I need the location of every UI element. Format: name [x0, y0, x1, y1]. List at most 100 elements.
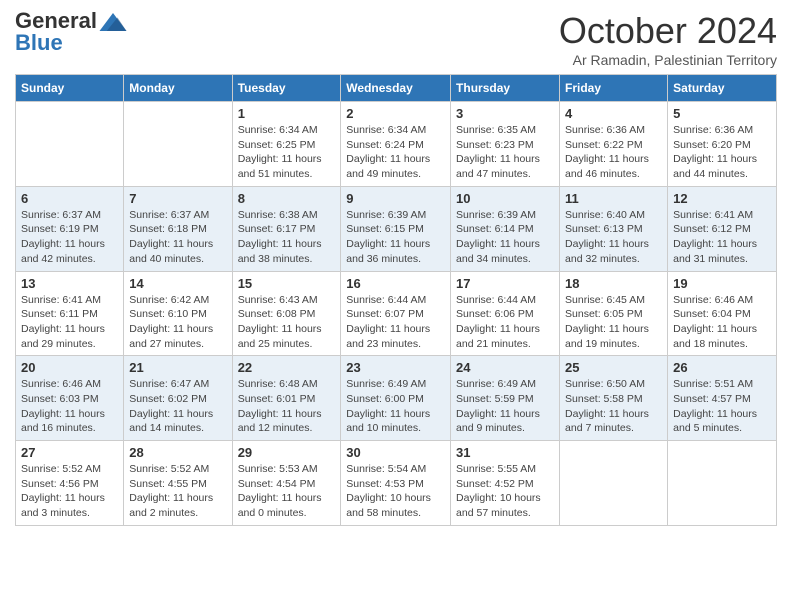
day-info: Sunrise: 6:36 AMSunset: 6:20 PMDaylight:… — [673, 123, 771, 182]
day-info: Sunrise: 6:47 AMSunset: 6:02 PMDaylight:… — [129, 377, 226, 436]
calendar-cell: 9Sunrise: 6:39 AMSunset: 6:15 PMDaylight… — [341, 186, 451, 271]
day-info: Sunrise: 6:50 AMSunset: 5:58 PMDaylight:… — [565, 377, 662, 436]
calendar-cell: 11 Sunrise: 6:40 AMSunset: 6:13 PMDayligh… — [560, 186, 668, 271]
calendar-cell: 21 Sunrise: 6:47 AMSunset: 6:02 PMDayligh… — [124, 356, 232, 441]
calendar-cell: 2 Sunrise: 6:34 AMSunset: 6:24 PMDaylight… — [341, 102, 451, 187]
day-number: 11 — [565, 191, 662, 206]
logo-blue: Blue — [15, 30, 63, 56]
day-info: Sunrise: 6:34 AMSunset: 6:25 PMDaylight:… — [238, 123, 336, 182]
calendar-cell: 10Sunrise: 6:39 AMSunset: 6:14 PMDayligh… — [451, 186, 560, 271]
day-number: 9 — [346, 191, 445, 206]
calendar-week-row: 1 Sunrise: 6:34 AMSunset: 6:25 PMDaylight… — [16, 102, 777, 187]
calendar-cell: 14 Sunrise: 6:42 AMSunset: 6:10 PMDayligh… — [124, 271, 232, 356]
day-number: 6 — [21, 191, 118, 206]
calendar-header-row: SundayMondayTuesdayWednesdayThursdayFrid… — [16, 75, 777, 102]
day-number: 18 — [565, 276, 662, 291]
weekday-header: Tuesday — [232, 75, 341, 102]
weekday-header: Wednesday — [341, 75, 451, 102]
calendar-cell: 29Sunrise: 5:53 AMSunset: 4:54 PMDayligh… — [232, 441, 341, 526]
day-number: 26 — [673, 360, 771, 375]
calendar-cell: 31 Sunrise: 5:55 AMSunset: 4:52 PMDayligh… — [451, 441, 560, 526]
day-number: 27 — [21, 445, 118, 460]
calendar-week-row: 6 Sunrise: 6:37 AMSunset: 6:19 PMDaylight… — [16, 186, 777, 271]
calendar-cell: 27 Sunrise: 5:52 AMSunset: 4:56 PMDayligh… — [16, 441, 124, 526]
day-info: Sunrise: 6:34 AMSunset: 6:24 PMDaylight:… — [346, 123, 445, 182]
calendar-cell: 7 Sunrise: 6:37 AMSunset: 6:18 PMDaylight… — [124, 186, 232, 271]
day-info: Sunrise: 5:52 AMSunset: 4:56 PMDaylight:… — [21, 462, 118, 521]
calendar-cell: 30Sunrise: 5:54 AMSunset: 4:53 PMDayligh… — [341, 441, 451, 526]
page-header: General Blue October 2024 Ar Ramadin, Pa… — [15, 10, 777, 68]
day-number: 31 — [456, 445, 554, 460]
calendar-cell: 13Sunrise: 6:41 AMSunset: 6:11 PMDayligh… — [16, 271, 124, 356]
weekday-header: Thursday — [451, 75, 560, 102]
month-title: October 2024 — [559, 10, 777, 52]
calendar-week-row: 20Sunrise: 6:46 AMSunset: 6:03 PMDayligh… — [16, 356, 777, 441]
day-info: Sunrise: 5:52 AMSunset: 4:55 PMDaylight:… — [129, 462, 226, 521]
day-number: 5 — [673, 106, 771, 121]
day-number: 29 — [238, 445, 336, 460]
day-info: Sunrise: 6:37 AMSunset: 6:18 PMDaylight:… — [129, 208, 226, 267]
day-info: Sunrise: 6:40 AMSunset: 6:13 PMDaylight:… — [565, 208, 662, 267]
day-number: 7 — [129, 191, 226, 206]
calendar-cell: 24Sunrise: 6:49 AMSunset: 5:59 PMDayligh… — [451, 356, 560, 441]
day-number: 12 — [673, 191, 771, 206]
day-number: 2 — [346, 106, 445, 121]
day-number: 13 — [21, 276, 118, 291]
calendar-cell: 5 Sunrise: 6:36 AMSunset: 6:20 PMDaylight… — [668, 102, 777, 187]
calendar-cell: 26Sunrise: 5:51 AMSunset: 4:57 PMDayligh… — [668, 356, 777, 441]
calendar-cell: 18 Sunrise: 6:45 AMSunset: 6:05 PMDayligh… — [560, 271, 668, 356]
day-number: 4 — [565, 106, 662, 121]
day-info: Sunrise: 6:43 AMSunset: 6:08 PMDaylight:… — [238, 293, 336, 352]
day-info: Sunrise: 6:37 AMSunset: 6:19 PMDaylight:… — [21, 208, 118, 267]
day-info: Sunrise: 6:41 AMSunset: 6:12 PMDaylight:… — [673, 208, 771, 267]
day-info: Sunrise: 6:42 AMSunset: 6:10 PMDaylight:… — [129, 293, 226, 352]
calendar-week-row: 27 Sunrise: 5:52 AMSunset: 4:56 PMDayligh… — [16, 441, 777, 526]
day-number: 1 — [238, 106, 336, 121]
calendar-cell: 17 Sunrise: 6:44 AMSunset: 6:06 PMDayligh… — [451, 271, 560, 356]
calendar-cell: 6 Sunrise: 6:37 AMSunset: 6:19 PMDaylight… — [16, 186, 124, 271]
calendar-cell: 25Sunrise: 6:50 AMSunset: 5:58 PMDayligh… — [560, 356, 668, 441]
logo-icon — [99, 13, 127, 31]
calendar-cell: 1 Sunrise: 6:34 AMSunset: 6:25 PMDaylight… — [232, 102, 341, 187]
calendar-cell: 20Sunrise: 6:46 AMSunset: 6:03 PMDayligh… — [16, 356, 124, 441]
day-number: 28 — [129, 445, 226, 460]
day-info: Sunrise: 6:39 AMSunset: 6:14 PMDaylight:… — [456, 208, 554, 267]
day-number: 22 — [238, 360, 336, 375]
calendar-cell: 22 Sunrise: 6:48 AMSunset: 6:01 PMDayligh… — [232, 356, 341, 441]
weekday-header: Saturday — [668, 75, 777, 102]
title-section: October 2024 Ar Ramadin, Palestinian Ter… — [559, 10, 777, 68]
calendar-cell: 4Sunrise: 6:36 AMSunset: 6:22 PMDaylight… — [560, 102, 668, 187]
calendar-cell: 23Sunrise: 6:49 AMSunset: 6:00 PMDayligh… — [341, 356, 451, 441]
day-number: 23 — [346, 360, 445, 375]
day-number: 19 — [673, 276, 771, 291]
weekday-header: Friday — [560, 75, 668, 102]
calendar-cell — [668, 441, 777, 526]
day-number: 21 — [129, 360, 226, 375]
day-number: 20 — [21, 360, 118, 375]
day-info: Sunrise: 5:55 AMSunset: 4:52 PMDaylight:… — [456, 462, 554, 521]
day-info: Sunrise: 6:45 AMSunset: 6:05 PMDaylight:… — [565, 293, 662, 352]
day-info: Sunrise: 6:44 AMSunset: 6:07 PMDaylight:… — [346, 293, 445, 352]
day-number: 8 — [238, 191, 336, 206]
calendar-cell — [124, 102, 232, 187]
calendar-cell: 28 Sunrise: 5:52 AMSunset: 4:55 PMDayligh… — [124, 441, 232, 526]
calendar-table: SundayMondayTuesdayWednesdayThursdayFrid… — [15, 74, 777, 526]
logo: General Blue — [15, 10, 127, 56]
day-number: 17 — [456, 276, 554, 291]
calendar-cell: 8Sunrise: 6:38 AMSunset: 6:17 PMDaylight… — [232, 186, 341, 271]
day-info: Sunrise: 5:54 AMSunset: 4:53 PMDaylight:… — [346, 462, 445, 521]
day-number: 24 — [456, 360, 554, 375]
weekday-header: Monday — [124, 75, 232, 102]
day-info: Sunrise: 6:46 AMSunset: 6:04 PMDaylight:… — [673, 293, 771, 352]
day-info: Sunrise: 6:48 AMSunset: 6:01 PMDaylight:… — [238, 377, 336, 436]
day-number: 14 — [129, 276, 226, 291]
calendar-cell — [16, 102, 124, 187]
calendar-cell: 12 Sunrise: 6:41 AMSunset: 6:12 PMDayligh… — [668, 186, 777, 271]
calendar-cell: 16Sunrise: 6:44 AMSunset: 6:07 PMDayligh… — [341, 271, 451, 356]
calendar-cell: 19 Sunrise: 6:46 AMSunset: 6:04 PMDayligh… — [668, 271, 777, 356]
day-info: Sunrise: 6:44 AMSunset: 6:06 PMDaylight:… — [456, 293, 554, 352]
calendar-week-row: 13Sunrise: 6:41 AMSunset: 6:11 PMDayligh… — [16, 271, 777, 356]
day-number: 3 — [456, 106, 554, 121]
calendar-cell: 3Sunrise: 6:35 AMSunset: 6:23 PMDaylight… — [451, 102, 560, 187]
calendar-cell — [560, 441, 668, 526]
